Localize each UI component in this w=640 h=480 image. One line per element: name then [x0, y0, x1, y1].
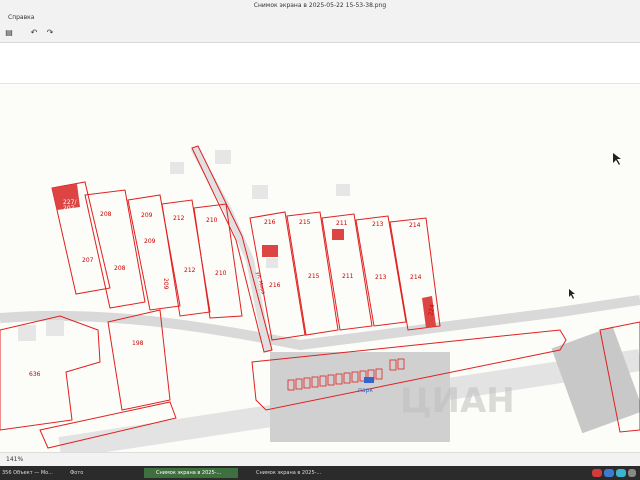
rotate-right-icon[interactable]: ↷: [44, 27, 56, 39]
road-main: [0, 295, 640, 351]
label-211: 211: [342, 273, 354, 280]
cursor-icon: [569, 289, 575, 299]
window-title: Снимок экрана в 2025-05-22 15-53-38.png: [0, 0, 640, 12]
image-viewport[interactable]: парк 227/207 208 209 212 210 207 208 209…: [0, 84, 640, 452]
label-209-vertical: 209: [162, 278, 169, 290]
menu-bar: Справка: [0, 12, 640, 24]
building-small: [46, 320, 64, 336]
label-215-top: 215: [299, 219, 311, 226]
building-small: [18, 325, 36, 341]
building-small: [336, 184, 350, 196]
building-small: [252, 185, 268, 199]
label-208: 208: [114, 265, 126, 272]
road-street: [190, 146, 272, 353]
plot-212: [161, 199, 211, 317]
cursor-icon: [613, 153, 621, 165]
label-213: 213: [375, 274, 387, 281]
taskbar: 356 Объект — Мо... Фото Снимок экрана в …: [0, 466, 640, 480]
cadastral-map: парк 227/207 208 209 212 210 207 208 209…: [0, 145, 640, 452]
watermark: ЦИАН: [400, 381, 515, 421]
building-small: [215, 150, 231, 164]
label-216-top: 216: [264, 219, 276, 226]
menu-help[interactable]: Справка: [8, 14, 34, 21]
taskbar-item-screenshot-2[interactable]: Снимок экрана в 2025-...: [244, 468, 334, 478]
label-213-top: 213: [372, 221, 384, 228]
label-210-top: 210: [206, 217, 218, 224]
label-224: 224: [427, 304, 436, 317]
label-216: 216: [269, 282, 281, 289]
rotate-left-icon[interactable]: ↶: [28, 27, 40, 39]
building-211: [332, 229, 344, 240]
label-209-top: 209: [141, 212, 153, 219]
label-198: 198: [132, 340, 144, 347]
tray-icon[interactable]: [616, 469, 626, 477]
label-214: 214: [410, 274, 422, 281]
label-214-top: 214: [409, 222, 421, 229]
taskbar-item-screenshot-1[interactable]: Снимок экрана в 2025-...: [144, 468, 238, 478]
tray-icon[interactable]: [628, 469, 636, 477]
label-636: 636: [29, 371, 41, 378]
label-211-top: 211: [336, 220, 348, 227]
tray-icon[interactable]: [604, 469, 614, 477]
parking-label: парк: [358, 387, 373, 394]
image-blank-area: [0, 43, 640, 84]
taskbar-item-object[interactable]: 356 Объект — Мо...: [0, 468, 56, 478]
label-212-top: 212: [173, 215, 185, 222]
tray-icon[interactable]: [592, 469, 602, 477]
label-212: 212: [184, 267, 196, 274]
label-227: 227/207: [63, 199, 77, 212]
save-icon[interactable]: ▤: [3, 27, 15, 39]
building-small: [170, 162, 184, 174]
label-207: 207: [82, 257, 94, 264]
taskbar-item-photo[interactable]: Фото: [58, 468, 140, 478]
label-208-top: 208: [100, 211, 112, 218]
label-210: 210: [215, 270, 227, 277]
status-bar: 141%: [0, 452, 640, 467]
building-216b: [266, 258, 278, 268]
parking-icon: [364, 377, 374, 383]
building-216: [262, 245, 278, 257]
label-209: 209: [144, 238, 156, 245]
label-215: 215: [308, 273, 320, 280]
zoom-level[interactable]: 141%: [6, 456, 23, 463]
plot-208: [84, 189, 146, 309]
toolbar: ▤ ↶ ↷: [0, 24, 640, 43]
